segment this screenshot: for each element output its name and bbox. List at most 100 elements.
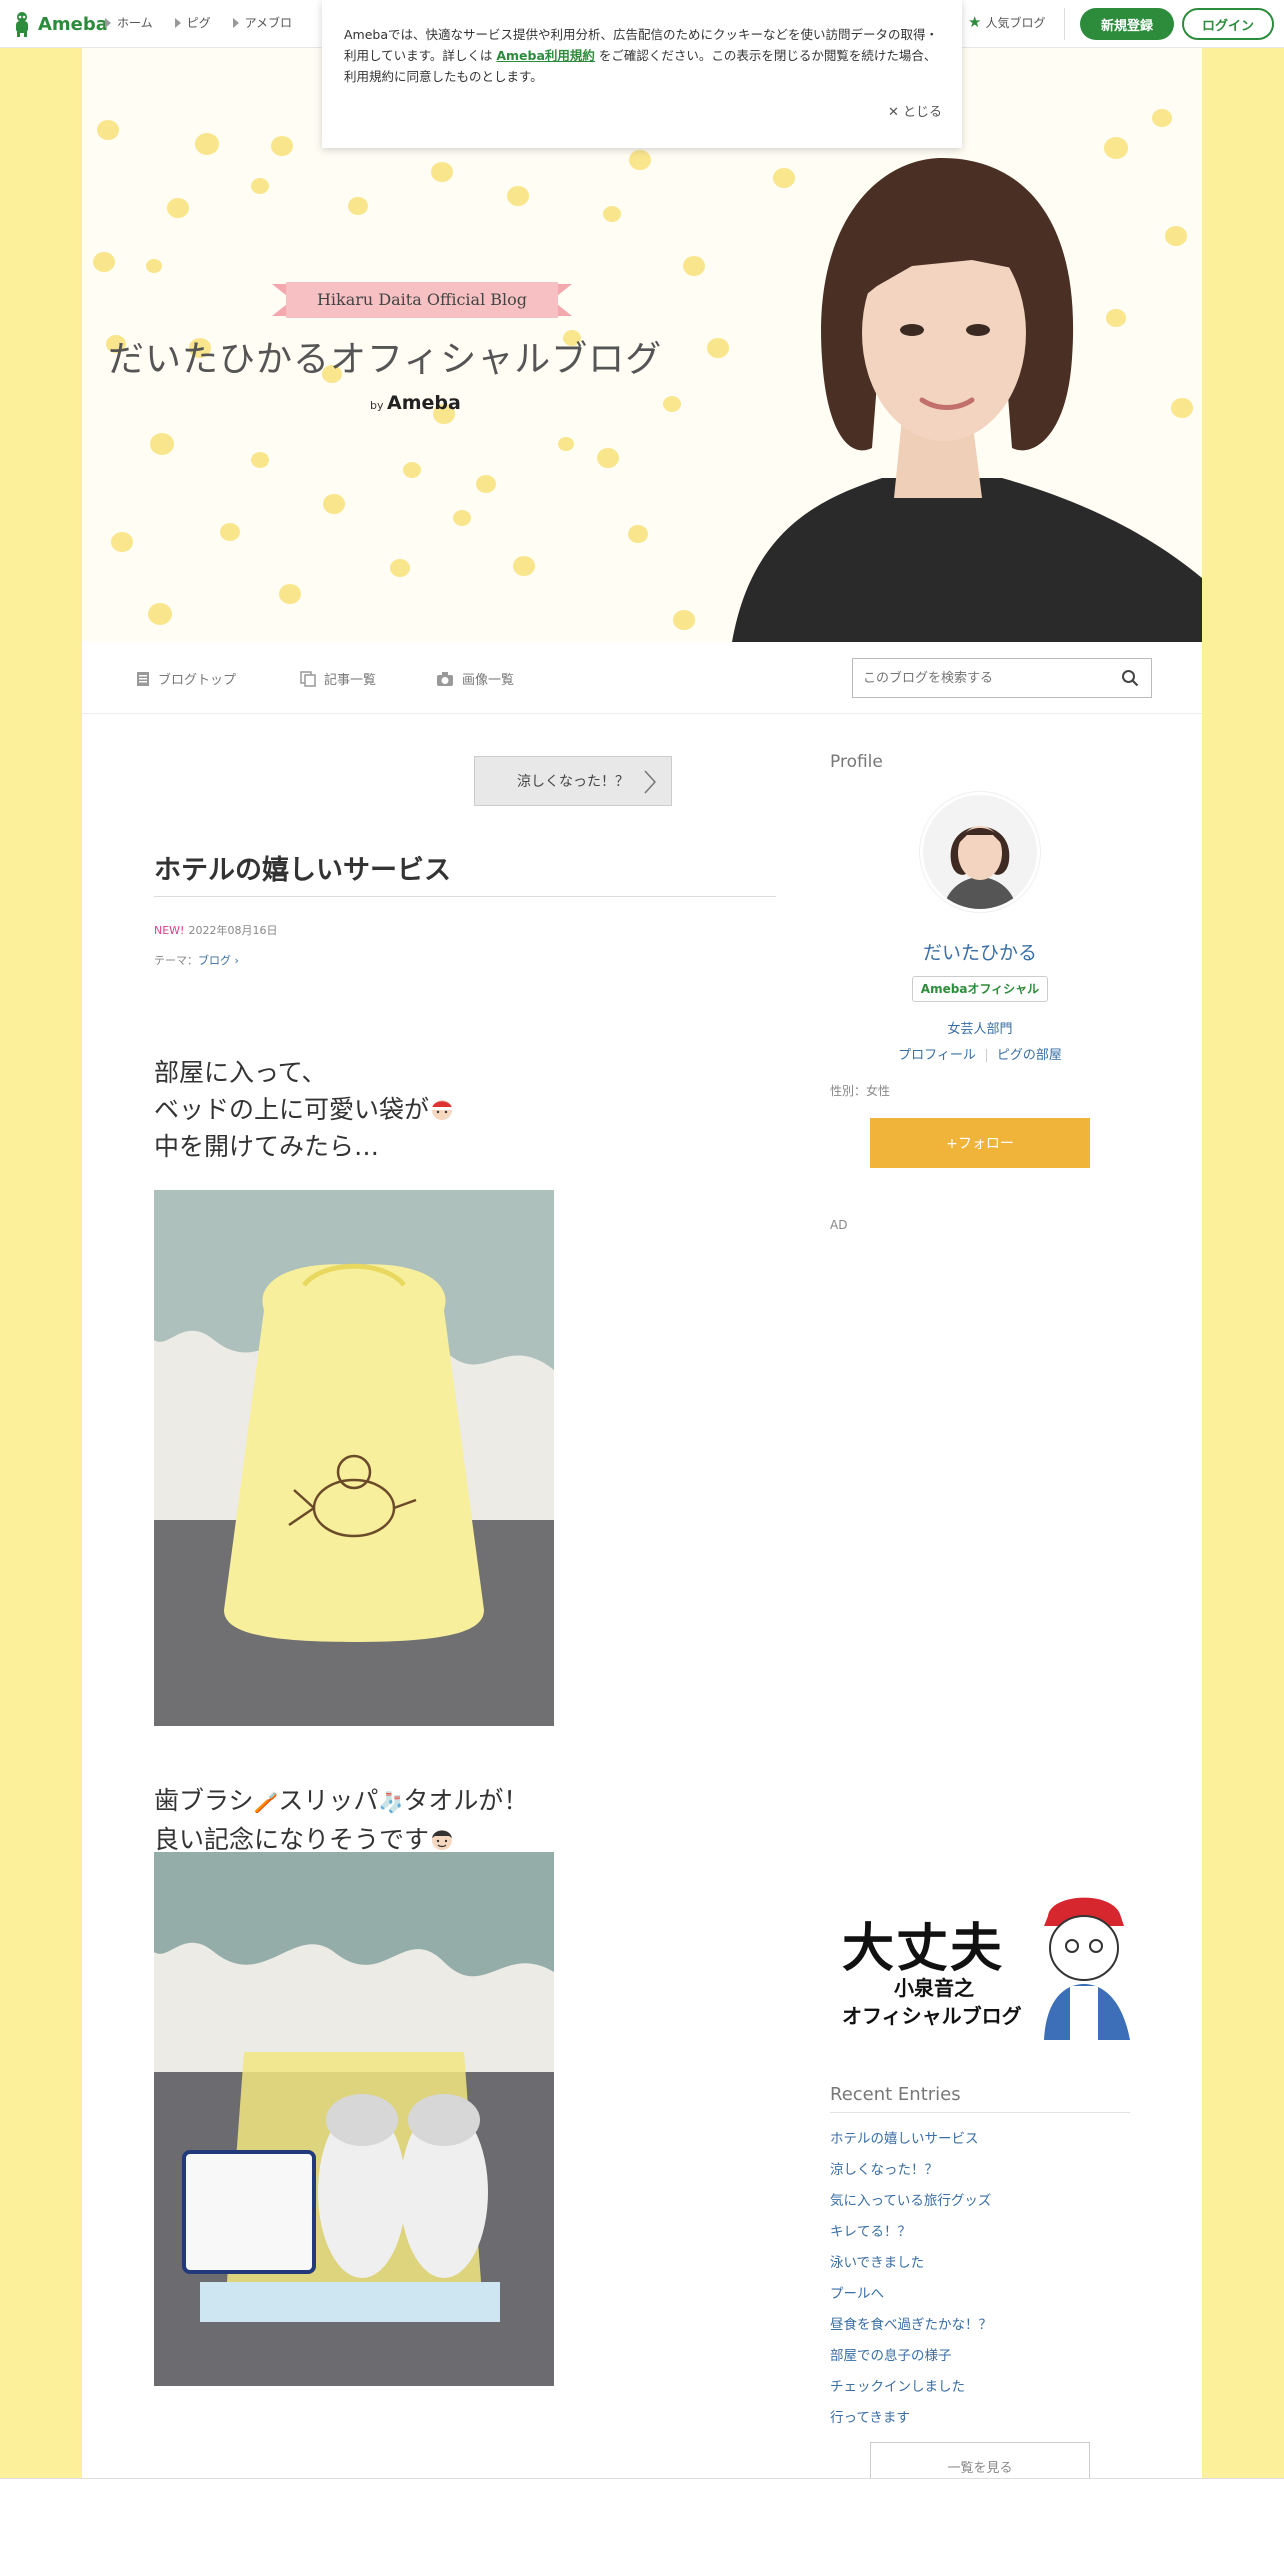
follow-button[interactable]: +フォロー	[870, 1118, 1090, 1168]
entry-title[interactable]: ホテルの嬉しいサービス	[154, 848, 451, 887]
login-button[interactable]: ログイン	[1182, 8, 1274, 40]
nav-pigg-label: ピグ	[186, 16, 211, 30]
header-portrait-photo	[732, 158, 1202, 642]
profile-gender: 性別：女性	[830, 1084, 891, 1098]
blog-page: Hikaru Daita Official Blog だいたひかるオフィシャルブ…	[82, 48, 1202, 2490]
nav-entry-list-label: 記事一覧	[324, 673, 377, 688]
profile-links: プロフィール ピグの部屋	[830, 1044, 1130, 1063]
arrow-right-icon	[105, 17, 111, 28]
toothbrush-emoji-icon: 🪥	[253, 1790, 279, 1814]
recent-entries-list: ホテルの嬉しいサービス 涼しくなった！？ 気に入っている旅行グッズ キレてる！？…	[830, 2124, 1130, 2434]
chevron-right-icon	[644, 770, 657, 794]
recent-entry-link[interactable]: 部屋での息子の様子	[830, 2341, 1130, 2372]
ad-label: AD	[830, 1218, 848, 1232]
theme-link[interactable]: ブログ ›	[198, 954, 239, 967]
theme-link-label: ブログ	[198, 954, 231, 967]
close-icon: ✕	[887, 105, 903, 120]
entry-line: 部屋に入って、	[154, 1058, 327, 1087]
related-blog-banner[interactable]: 大丈夫 小泉音之 オフィシャルブログ	[834, 1886, 1134, 2040]
entry-line: 歯ブラシ	[154, 1786, 254, 1815]
nav-home[interactable]: ホーム	[105, 14, 153, 31]
ameba-official-badge: Amebaオフィシャル	[912, 976, 1048, 1002]
recent-entry-link[interactable]: 泳いできました	[830, 2248, 1130, 2279]
cookie-consent-banner: Amebaでは、快適なサービス提供や利用分析、広告配信のためにクッキーなどを使い…	[322, 0, 962, 148]
global-nav: ホーム ピグ アメブロ	[105, 14, 292, 31]
banner-title: 大丈夫	[842, 1919, 1005, 1979]
nav-home-label: ホーム	[117, 16, 153, 30]
profile-avatar[interactable]	[920, 792, 1040, 912]
page-footer-area	[0, 2478, 1284, 2568]
entry-line: スリッパ	[278, 1786, 379, 1815]
avatar-photo	[923, 795, 1037, 909]
profile-heading: Profile	[830, 752, 883, 772]
profile-name[interactable]: だいたひかる	[830, 938, 1130, 965]
by-ameba-mark: by Ameba	[370, 392, 461, 414]
cookie-close-label: とじる	[902, 105, 942, 120]
blog-subtitle: Hikaru Daita Official Blog	[316, 290, 528, 309]
ameba-mascot-icon	[16, 12, 28, 37]
banner-name: 小泉音之	[894, 1976, 974, 2000]
recent-entry-link[interactable]: 昼食を食べ過ぎたかな！？	[830, 2310, 1130, 2341]
divider	[830, 2112, 1130, 2113]
entry-line: 良い記念になりそうです	[154, 1825, 430, 1854]
copy-icon	[300, 670, 316, 687]
theme-label: テーマ：	[154, 954, 198, 967]
santa-face-emoji-icon	[432, 1100, 453, 1120]
popular-blogs-label: 人気ブログ	[985, 16, 1046, 30]
divider	[985, 1049, 987, 1062]
recent-entry-link[interactable]: 気に入っている旅行グッズ	[830, 2186, 1130, 2217]
blog-title[interactable]: だいたひかるオフィシャルブログ	[108, 330, 748, 382]
entry-paragraph-2: 歯ブラシ🪥スリッパ🧦タオルが！ 良い記念になりそうです	[154, 1782, 528, 1858]
recent-entry-link[interactable]: 行ってきます	[830, 2403, 1130, 2434]
ameba-wordmark: Ameba	[387, 392, 461, 414]
chevron-right-icon: ›	[234, 954, 239, 967]
recent-entry-link[interactable]: プールへ	[830, 2279, 1130, 2310]
recent-entry-link[interactable]: 涼しくなった！？	[830, 2155, 1130, 2186]
cookie-close-button[interactable]: ✕ とじる	[888, 101, 942, 120]
search-icon[interactable]	[1121, 669, 1139, 687]
sock-emoji-icon: 🧦	[378, 1790, 404, 1814]
by-label: by	[370, 399, 384, 412]
entry-line-with-emoji: ベッドの上に可愛い袋が	[154, 1091, 455, 1128]
camera-icon	[437, 671, 453, 686]
divider	[1064, 8, 1065, 40]
nav-ameblo-label: アメブロ	[244, 16, 293, 30]
terms-link[interactable]: Ameba利用規約	[496, 48, 595, 63]
recent-entry-link[interactable]: チェックインしました	[830, 2372, 1130, 2403]
nav-image-list-label: 画像一覧	[462, 673, 515, 688]
drawstring-bag-photo[interactable]	[154, 1190, 554, 1726]
recent-entry-link[interactable]: ホテルの嬉しいサービス	[830, 2124, 1130, 2155]
blog-subnav: ブログトップ 記事一覧 画像一覧	[82, 642, 1202, 714]
nav-image-list[interactable]: 画像一覧	[436, 669, 514, 688]
previous-entry-button[interactable]: 涼しくなった！？	[474, 756, 672, 806]
signup-button[interactable]: 新規登録	[1080, 8, 1174, 40]
ameba-logo-text: Ameba	[38, 13, 108, 35]
star-icon: ★	[968, 13, 982, 31]
blog-search	[852, 658, 1152, 698]
document-icon	[137, 671, 149, 686]
nav-pigg[interactable]: ピグ	[174, 14, 211, 31]
character-illustration	[1044, 1897, 1130, 2040]
genre-link[interactable]: 女芸人部門	[830, 1018, 1130, 1037]
amenities-photo[interactable]	[154, 1852, 554, 2386]
profile-link[interactable]: プロフィール	[898, 1048, 976, 1063]
pigg-room-link[interactable]: ピグの部屋	[997, 1048, 1062, 1063]
recent-entry-link[interactable]: キレてる！？	[830, 2217, 1130, 2248]
entry-meta: NEW! 2022年08月16日	[154, 922, 277, 938]
nav-entry-list[interactable]: 記事一覧	[300, 669, 376, 688]
search-input[interactable]	[853, 659, 1103, 697]
popular-blogs-link[interactable]: ★ 人気ブログ	[968, 14, 1045, 31]
recent-entries-heading: Recent Entries	[830, 2084, 961, 2105]
nav-ameblo[interactable]: アメブロ	[232, 14, 293, 31]
nav-blog-top[interactable]: ブログトップ	[136, 669, 236, 688]
new-badge: NEW!	[154, 924, 185, 937]
banner-subtitle: オフィシャルブログ	[842, 2004, 1022, 2028]
entry-line: 中を開けてみたら…	[154, 1132, 380, 1161]
previous-entry-label: 涼しくなった！？	[517, 774, 629, 790]
nav-blog-top-label: ブログトップ	[158, 673, 237, 688]
entry-line: ベッドの上に可愛い袋が	[154, 1095, 430, 1124]
smiling-face-emoji-icon	[432, 1830, 453, 1850]
entry-paragraph-1: 部屋に入って、 ベッドの上に可愛い袋が 中を開けてみたら…	[154, 1054, 455, 1165]
entry-theme: テーマ：ブログ ›	[154, 952, 239, 968]
ameba-logo[interactable]: Ameba	[12, 10, 108, 38]
